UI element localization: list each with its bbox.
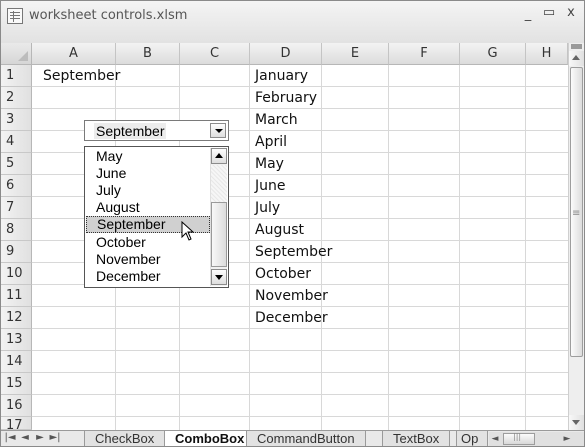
- first-sheet-nav-icon[interactable]: |◄: [4, 432, 16, 443]
- row-header-16[interactable]: 16: [1, 395, 32, 417]
- split-handle[interactable]: [571, 44, 582, 49]
- row-header-13[interactable]: 13: [1, 329, 32, 351]
- tab-combobox[interactable]: ComboBox: [164, 431, 256, 446]
- scroll-down-arrow-icon[interactable]: [211, 269, 227, 285]
- cell-d7[interactable]: July: [252, 197, 280, 219]
- scroll-up-arrow-icon[interactable]: [211, 148, 227, 164]
- row-header-3[interactable]: 3: [1, 109, 32, 131]
- column-header-d[interactable]: D: [250, 43, 322, 65]
- cell-d2[interactable]: February: [252, 87, 317, 109]
- minimize-button[interactable]: _: [520, 7, 536, 22]
- scroll-down-arrow-icon[interactable]: [569, 415, 584, 430]
- dropdown-item-december[interactable]: December: [86, 268, 210, 285]
- cell-d4[interactable]: April: [252, 131, 287, 153]
- combobox-dropdown-button[interactable]: [210, 123, 226, 138]
- vertical-scrollbar[interactable]: [568, 43, 584, 430]
- horizontal-scrollbar[interactable]: ◄ ►: [489, 432, 584, 446]
- column-header-c[interactable]: C: [180, 43, 250, 65]
- arrow-cursor-icon: [181, 221, 195, 241]
- cell-d6[interactable]: June: [252, 175, 286, 197]
- close-button[interactable]: x: [563, 5, 579, 20]
- column-header-h[interactable]: H: [526, 43, 568, 65]
- tab-checkbox[interactable]: CheckBox: [84, 431, 166, 446]
- row-header-9[interactable]: 9: [1, 241, 32, 263]
- scroll-left-arrow-icon[interactable]: ◄: [489, 432, 501, 446]
- cell-d10[interactable]: October: [252, 263, 311, 285]
- row-header-10[interactable]: 10: [1, 263, 32, 285]
- combobox-value: September: [94, 123, 167, 139]
- column-header-f[interactable]: F: [389, 43, 460, 65]
- scroll-thumb[interactable]: [211, 202, 227, 267]
- cell-d9[interactable]: September: [252, 241, 332, 263]
- column-header-a[interactable]: A: [32, 43, 116, 65]
- gridline: [32, 416, 568, 417]
- row-header-12[interactable]: 12: [1, 307, 32, 329]
- row-header-7[interactable]: 7: [1, 197, 32, 219]
- row-header-4[interactable]: 4: [1, 131, 32, 153]
- scroll-track[interactable]: [211, 165, 227, 202]
- gridline: [32, 372, 568, 373]
- row-header-2[interactable]: 2: [1, 87, 32, 109]
- scroll-right-arrow-icon[interactable]: ►: [561, 432, 573, 446]
- dropdown-item-november[interactable]: November: [86, 251, 210, 268]
- cell-d11[interactable]: November: [252, 285, 328, 307]
- row-header-14[interactable]: 14: [1, 351, 32, 373]
- gridline: [32, 350, 568, 351]
- window-title: worksheet controls.xlsm: [29, 8, 188, 23]
- combobox-dropdown-list[interactable]: May June July August September October N…: [84, 146, 229, 288]
- row-header-8[interactable]: 8: [1, 219, 32, 241]
- row-header-17[interactable]: 17: [1, 417, 32, 430]
- vertical-scroll-thumb[interactable]: [570, 67, 583, 357]
- gridline: [32, 394, 568, 395]
- tab-textbox[interactable]: TextBox: [382, 431, 451, 446]
- prev-sheet-nav-icon[interactable]: ◄: [19, 432, 31, 443]
- gridline: [459, 65, 460, 430]
- tab-option[interactable]: Op: [456, 431, 488, 446]
- cell-d8[interactable]: August: [252, 219, 304, 241]
- excel-window: worksheet controls.xlsm _ ▭ x A B C D E …: [0, 0, 585, 447]
- title-bar: worksheet controls.xlsm _ ▭ x: [1, 1, 584, 43]
- row-header-15[interactable]: 15: [1, 373, 32, 395]
- horizontal-scroll-thumb[interactable]: [503, 432, 535, 445]
- spreadsheet-icon: [7, 8, 23, 24]
- maximize-button[interactable]: ▭: [541, 5, 557, 20]
- cell-d5[interactable]: May: [252, 153, 284, 175]
- column-header-b[interactable]: B: [116, 43, 180, 65]
- column-header-g[interactable]: G: [460, 43, 526, 65]
- cell-d12[interactable]: December: [252, 307, 328, 329]
- sheet-tab-bar: |◄ ◄ ► ►| CheckBox ComboBox CommandButto…: [1, 430, 584, 446]
- gridline: [249, 65, 250, 430]
- dropdown-item-august[interactable]: August: [86, 199, 210, 216]
- cell-d3[interactable]: March: [252, 109, 298, 131]
- gridline: [525, 65, 526, 430]
- dropdown-item-may[interactable]: May: [86, 148, 210, 165]
- row-header-5[interactable]: 5: [1, 153, 32, 175]
- row-header-6[interactable]: 6: [1, 175, 32, 197]
- dropdown-item-july[interactable]: July: [86, 182, 210, 199]
- month-combobox[interactable]: September: [84, 120, 229, 141]
- row-header-1[interactable]: 1: [1, 65, 32, 87]
- select-all-corner[interactable]: [1, 43, 32, 65]
- next-sheet-nav-icon[interactable]: ►: [34, 432, 46, 443]
- last-sheet-nav-icon[interactable]: ►|: [49, 432, 61, 443]
- dropdown-scrollbar[interactable]: [210, 148, 227, 286]
- row-header-11[interactable]: 11: [1, 285, 32, 307]
- dropdown-item-june[interactable]: June: [86, 165, 210, 182]
- cell-d1[interactable]: January: [252, 65, 308, 87]
- tab-commandbutton[interactable]: CommandButton: [246, 431, 366, 446]
- cell-a1[interactable]: September: [40, 65, 120, 87]
- gridline: [388, 65, 389, 430]
- scroll-up-arrow-icon[interactable]: [569, 51, 584, 66]
- column-header-e[interactable]: E: [322, 43, 389, 65]
